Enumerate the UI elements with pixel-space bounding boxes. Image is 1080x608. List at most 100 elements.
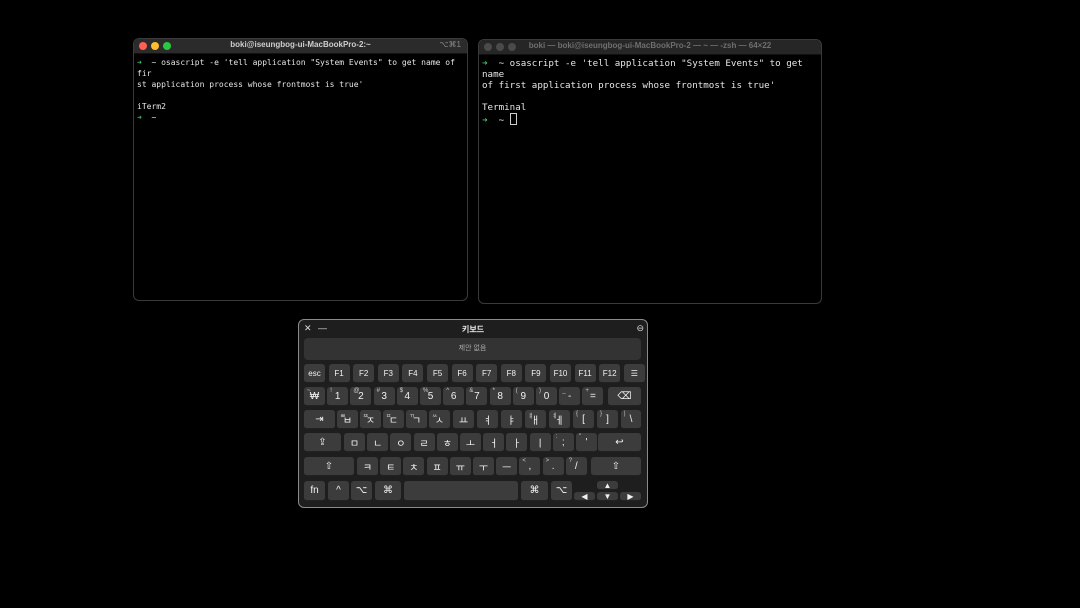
key[interactable]: F8 <box>500 364 522 383</box>
key[interactable]: ㄹ <box>413 433 435 452</box>
key[interactable]: ㅜ <box>473 457 494 476</box>
key-label: F12 <box>602 368 617 378</box>
key[interactable]: esc <box>304 364 325 383</box>
terminal-titlebar[interactable]: boki — boki@iseungbog-ui-MacBookPro-2 — … <box>479 40 821 55</box>
key[interactable]: ㅣ <box>529 433 551 452</box>
key[interactable]: ⇪ <box>304 433 341 452</box>
key[interactable]: ⌥ <box>351 481 372 501</box>
key[interactable]: ㅈㅉ <box>360 410 381 429</box>
key-label: ㅑ <box>506 415 517 427</box>
key[interactable]: \ | <box>621 410 641 429</box>
key[interactable]: F10 <box>550 364 571 383</box>
key[interactable]: - _ <box>559 387 581 406</box>
key[interactable]: 4 $ <box>396 387 418 406</box>
key-shift-label: ㅉ <box>363 414 369 420</box>
options-icon[interactable]: ⊖ <box>636 323 644 334</box>
key[interactable]: ▲ <box>597 481 618 490</box>
key[interactable]: ㅡ <box>496 457 518 476</box>
terminal-window[interactable]: boki — boki@iseungbog-ui-MacBookPro-2 — … <box>478 39 822 304</box>
key[interactable]: ;: <box>552 433 574 452</box>
key[interactable]: ㅎ <box>436 433 458 452</box>
key-label: [ <box>582 413 585 425</box>
key[interactable]: ⌘ <box>521 481 548 501</box>
key[interactable]: ㅇ <box>390 433 412 452</box>
key[interactable]: F4 <box>402 364 424 383</box>
key[interactable]: 9( <box>512 387 534 406</box>
key[interactable]: ⇧ <box>591 457 641 476</box>
key[interactable]: ㅅㅆ <box>429 410 450 429</box>
key[interactable]: ㅌ <box>380 457 402 476</box>
terminal-output[interactable]: ➜ ~ osascript -e 'tell application "Syst… <box>134 54 467 126</box>
key[interactable]: ⇧ <box>304 457 354 476</box>
key-label: 4 <box>404 390 411 402</box>
key[interactable]: . > <box>542 457 564 476</box>
key[interactable]: ㅍ <box>426 457 448 476</box>
key[interactable]: , < <box>519 457 541 476</box>
key[interactable]: F9 <box>525 364 547 383</box>
key[interactable]: F6 <box>451 364 473 383</box>
key[interactable]: ㅛ <box>453 410 474 429</box>
key[interactable]: ㅊ <box>403 457 425 476</box>
key[interactable]: F1 <box>328 364 350 383</box>
key[interactable]: ㅔㅖ <box>549 410 570 429</box>
key[interactable]: ㅋ <box>357 457 378 476</box>
key[interactable]: ⇥ <box>304 410 335 429</box>
key-label: F9 <box>531 368 541 378</box>
command-result: Terminal <box>482 102 527 113</box>
key[interactable]: ₩ ~ <box>304 387 325 406</box>
key-label: ㅡ <box>502 462 512 474</box>
key[interactable]: ▼ <box>597 492 618 501</box>
key[interactable]: = + <box>582 387 604 406</box>
iterm-titlebar[interactable]: boki@iseungbog-ui-MacBookPro-2:~ ⌥⌘1 <box>134 39 467 54</box>
key[interactable]: ◀ <box>574 492 595 501</box>
key[interactable]: ㅐㅒ <box>525 410 546 429</box>
terminal-output[interactable]: ➜ ~ osascript -e 'tell application "Syst… <box>479 55 821 129</box>
key[interactable]: 0) <box>536 387 557 406</box>
key[interactable]: 5% <box>420 387 441 406</box>
key-label: . <box>551 460 555 472</box>
key-shift-label: : <box>555 434 558 440</box>
key[interactable]: ㄴ <box>367 433 389 452</box>
key[interactable]: ㅑ <box>501 410 522 429</box>
key[interactable]: F11 <box>574 364 596 383</box>
keyboard-viewer[interactable]: ✕ — 키보드 ⊖ 제안 없음 esc F1 F2 F3 F4 F5 F6 F7 F8 F9 F10… <box>298 319 648 508</box>
key[interactable]: ↩ <box>598 433 641 452</box>
key-label: ] <box>606 413 609 425</box>
key[interactable]: ㅠ <box>449 457 471 476</box>
key[interactable]: ㄱㄲ <box>406 410 427 429</box>
key[interactable]: ㅗ <box>460 433 481 452</box>
key[interactable]: ☰ <box>623 364 645 383</box>
key[interactable]: [{ <box>573 410 594 429</box>
key[interactable]: ㅂㅃ <box>337 410 358 429</box>
key[interactable]: ⌫ <box>608 387 641 406</box>
key[interactable] <box>404 481 518 501</box>
key[interactable]: ⌘ <box>375 481 401 501</box>
key-shift-label: $ <box>399 388 404 394</box>
key[interactable]: ▶ <box>620 492 641 501</box>
key[interactable]: ' " <box>576 433 597 452</box>
key[interactable]: 7 & <box>466 387 488 406</box>
key[interactable]: F5 <box>427 364 448 383</box>
key[interactable]: fn <box>304 481 325 501</box>
key[interactable]: ㅕ <box>477 410 498 429</box>
key[interactable]: 3 # <box>373 387 395 406</box>
key[interactable]: F3 <box>377 364 399 383</box>
key[interactable]: ^ <box>328 481 349 501</box>
iterm-window[interactable]: boki@iseungbog-ui-MacBookPro-2:~ ⌥⌘1 ➜ ~… <box>133 38 468 301</box>
key[interactable]: F2 <box>353 364 375 383</box>
key[interactable]: 8 * <box>489 387 511 406</box>
key[interactable]: F12 <box>599 364 621 383</box>
key[interactable]: F7 <box>476 364 498 383</box>
key[interactable]: ㅁ <box>344 433 365 452</box>
key[interactable]: 6 ^ <box>443 387 465 406</box>
key-label: ' <box>585 436 588 448</box>
key[interactable]: 2 @ <box>350 387 372 406</box>
key[interactable]: ㅓ <box>483 433 505 452</box>
key[interactable]: ]} <box>597 410 618 429</box>
key[interactable]: 1! <box>327 387 349 406</box>
key[interactable]: ㅏ <box>506 433 528 452</box>
key[interactable]: ㄷㄸ <box>383 410 404 429</box>
key[interactable]: /? <box>565 457 587 476</box>
key[interactable]: ⌥ <box>551 481 572 501</box>
key-label: 0 <box>543 390 550 402</box>
